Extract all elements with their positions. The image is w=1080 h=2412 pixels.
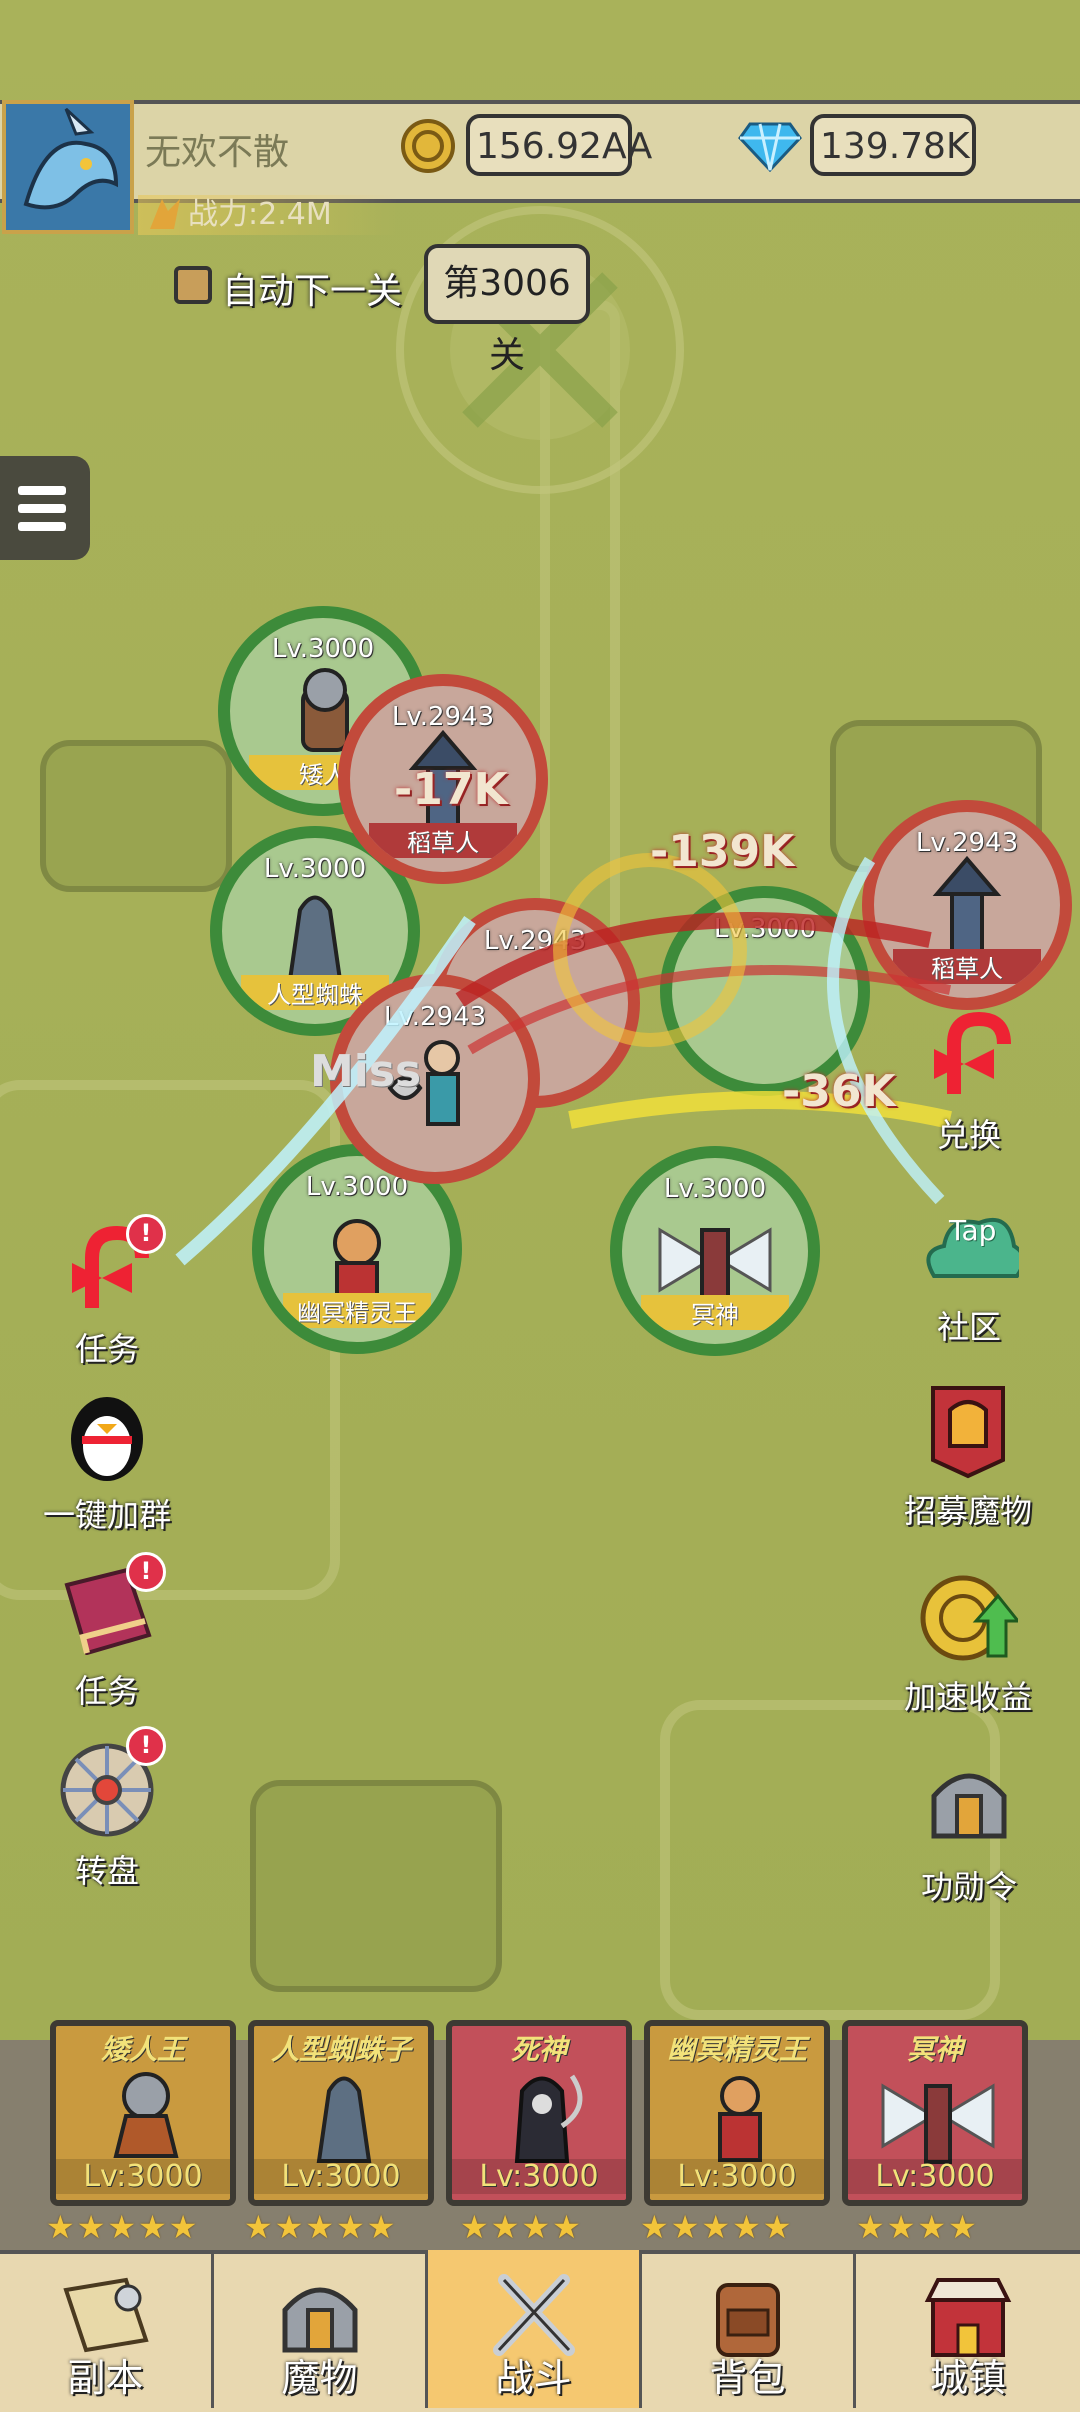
speed-income-button[interactable]: 加速收益 bbox=[888, 1566, 1048, 1718]
death-portrait bbox=[514, 2074, 583, 2163]
hero-name: 死神 bbox=[510, 2033, 567, 2066]
hero-level: Lv:3000 bbox=[56, 2159, 230, 2194]
community-button[interactable]: Tap 社区 bbox=[904, 1196, 1034, 1348]
hero-slot-nether-elf-king[interactable]: 幽冥精灵王 Lv:3000 bbox=[644, 2020, 830, 2206]
join-group-button[interactable]: 一键加群 bbox=[42, 1384, 172, 1536]
damage-number: -17K bbox=[394, 764, 508, 815]
alert-badge: ! bbox=[126, 1552, 166, 1592]
tab-monsters[interactable]: 魔物 bbox=[214, 2250, 428, 2408]
button-label: 加速收益 bbox=[903, 1678, 1032, 1716]
hero-stars: ★★★★★ bbox=[46, 2208, 200, 2246]
alert-badge: ! bbox=[126, 1214, 166, 1254]
button-label: 转盘 bbox=[74, 1852, 139, 1890]
tab-backpack[interactable]: 背包 bbox=[642, 2250, 856, 2408]
coin-arrow-icon bbox=[920, 1575, 1018, 1661]
tab-label: 魔物 bbox=[281, 2356, 358, 2400]
stage-indicator: 第3006关 bbox=[424, 244, 590, 376]
damage-number: -139K bbox=[650, 826, 795, 877]
combat-power-value: 战力:2.4M bbox=[188, 197, 332, 232]
button-label: 功勋令 bbox=[920, 1868, 1017, 1906]
button-label: 兑换 bbox=[936, 1116, 1001, 1154]
hero-slot-spider-girl[interactable]: 人型蜘蛛子 Lv:3000 bbox=[248, 2020, 434, 2206]
candy-cane-icon bbox=[934, 1011, 1011, 1094]
hero-level: Lv:3000 bbox=[254, 2159, 428, 2194]
diamond-icon bbox=[738, 122, 802, 172]
hero-slot-dwarf-king[interactable]: 矮人王 Lv:3000 bbox=[50, 2020, 236, 2206]
button-label: 社区 bbox=[936, 1308, 1001, 1346]
player-avatar[interactable] bbox=[2, 100, 134, 234]
hero-stars: ★★★★ bbox=[460, 2208, 583, 2246]
quest-candy-button[interactable]: 任务 ! bbox=[42, 1214, 172, 1370]
tap-tag: Tap bbox=[949, 1214, 997, 1247]
hero-stars: ★★★★★ bbox=[640, 2208, 794, 2246]
button-label: 任务 bbox=[74, 1672, 139, 1710]
banner-helmet-icon bbox=[931, 1386, 1005, 1479]
button-label: 招募魔物 bbox=[903, 1492, 1032, 1530]
tab-label: 城镇 bbox=[929, 2356, 1006, 2400]
dwarf-king-portrait bbox=[113, 2072, 179, 2158]
hero-name: 矮人王 bbox=[100, 2033, 185, 2066]
hero-level: Lv:3000 bbox=[650, 2159, 824, 2194]
button-label: 一键加群 bbox=[42, 1496, 171, 1534]
auto-next-checkbox[interactable] bbox=[174, 266, 212, 304]
tab-label: 副本 bbox=[67, 2356, 144, 2400]
power-icon bbox=[150, 199, 180, 229]
slash-effect bbox=[175, 853, 952, 1266]
hero-slot-death[interactable]: 死神 Lv:3000 bbox=[446, 2020, 632, 2206]
hero-level: Lv:3000 bbox=[848, 2159, 1022, 2194]
hero-name: 幽冥精灵王 bbox=[666, 2033, 807, 2066]
penguin-icon bbox=[71, 1397, 143, 1481]
tab-label: 背包 bbox=[709, 2356, 786, 2400]
spider-girl-portrait bbox=[316, 2076, 372, 2163]
gold-coin-icon bbox=[401, 119, 455, 173]
elf-king-portrait bbox=[718, 2076, 762, 2162]
auto-next-label: 自动下一关 bbox=[222, 271, 403, 312]
alert-badge: ! bbox=[126, 1726, 166, 1766]
tab-town[interactable]: 城镇 bbox=[856, 2250, 1080, 2408]
miss-text: Miss bbox=[310, 1046, 422, 1097]
player-name: 无欢不散 bbox=[145, 132, 290, 173]
recruit-monster-button[interactable]: 招募魔物 bbox=[888, 1380, 1048, 1532]
button-label: 任务 bbox=[74, 1330, 139, 1368]
dragon-portrait-icon bbox=[6, 104, 130, 230]
hero-stars: ★★★★ bbox=[856, 2208, 979, 2246]
hamburger-menu-icon bbox=[18, 486, 66, 531]
tab-battle[interactable]: 战斗 bbox=[428, 2250, 642, 2408]
gold-amount: 156.92AA bbox=[466, 114, 652, 176]
hero-name: 人型蜘蛛子 bbox=[270, 2033, 411, 2066]
merit-order-button[interactable]: 功勋令 bbox=[904, 1756, 1034, 1908]
underworld-god-portrait bbox=[881, 2083, 995, 2164]
wheel-button[interactable]: 转盘 ! bbox=[42, 1726, 172, 1892]
diamond-amount: 139.78K bbox=[810, 114, 976, 176]
combat-power: 战力:2.4M bbox=[138, 195, 398, 235]
damage-number: -36K bbox=[782, 1066, 896, 1117]
tab-label: 战斗 bbox=[495, 2356, 572, 2400]
hero-slot-underworld-god[interactable]: 冥神 Lv:3000 bbox=[842, 2020, 1028, 2206]
menu-button[interactable] bbox=[0, 456, 90, 560]
hero-level: Lv:3000 bbox=[452, 2159, 626, 2194]
helmet-icon bbox=[931, 1773, 1007, 1839]
hero-stars: ★★★★★ bbox=[244, 2208, 398, 2246]
hero-name: 冥神 bbox=[906, 2033, 963, 2066]
quest-book-button[interactable]: 任务 ! bbox=[42, 1552, 172, 1712]
tab-dungeon[interactable]: 副本 bbox=[0, 2250, 214, 2408]
exchange-button[interactable]: 兑换 bbox=[904, 1004, 1034, 1156]
